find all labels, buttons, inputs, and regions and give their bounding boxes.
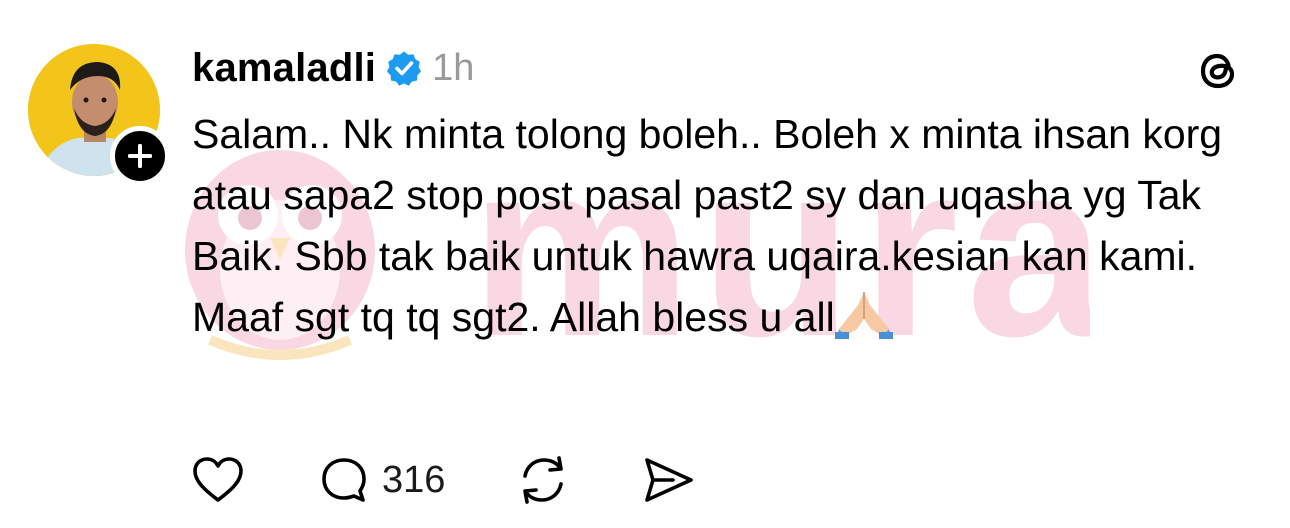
username[interactable]: kamaladli <box>192 46 376 91</box>
threads-logo-icon[interactable] <box>1194 46 1242 94</box>
heart-icon <box>193 457 243 502</box>
share-button[interactable] <box>641 454 695 506</box>
action-bar: 316 <box>190 452 695 508</box>
send-icon <box>645 458 694 502</box>
plus-icon <box>128 144 152 168</box>
reply-button[interactable]: 316 <box>318 454 445 506</box>
timestamp: 1h <box>432 46 475 89</box>
post-header: kamaladli 1h <box>192 40 474 96</box>
repost-icon <box>523 456 564 504</box>
post-text: Salam.. Nk minta tolong boleh.. Boleh x … <box>192 111 1234 340</box>
verified-badge-icon <box>386 50 422 86</box>
follow-button[interactable] <box>110 126 170 186</box>
repost-button[interactable] <box>515 452 571 508</box>
like-button[interactable] <box>190 454 246 506</box>
folded-hands-emoji-icon <box>834 289 893 339</box>
reply-count: 316 <box>382 458 446 501</box>
comment-icon <box>322 458 366 502</box>
post-body: Salam.. Nk minta tolong boleh.. Boleh x … <box>192 104 1262 348</box>
